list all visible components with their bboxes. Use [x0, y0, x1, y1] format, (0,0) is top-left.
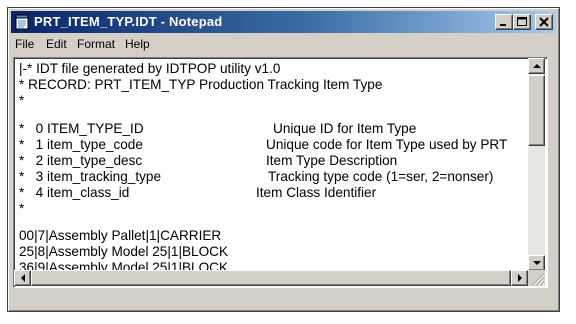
- vertical-scrollbar[interactable]: [528, 58, 545, 271]
- vertical-scroll-thumb[interactable]: [528, 75, 545, 146]
- menu-help[interactable]: Help: [125, 37, 150, 51]
- maximize-button[interactable]: [513, 14, 531, 30]
- window-title: PRT_ITEM_TYP.IDT - Notepad: [34, 14, 223, 29]
- field-desc: Unique ID for Item Type: [273, 121, 417, 136]
- record-line: 00|7|Assembly Pallet|1|CARRIER: [19, 228, 222, 243]
- menu-file[interactable]: File: [15, 37, 34, 51]
- field-desc: Unique code for Item Type used by PRT: [266, 137, 508, 152]
- arrow-up-icon: [532, 64, 541, 68]
- field-prefix: * 4 item_class_id: [19, 185, 130, 200]
- size-grip[interactable]: [528, 270, 545, 286]
- field-prefix: * 0 ITEM_TYPE_ID: [19, 121, 144, 136]
- minimize-icon: [500, 24, 506, 26]
- record-line: 25|8|Assembly Model 25|1|BLOCK: [19, 244, 229, 259]
- horizontal-scroll-thumb[interactable]: [31, 270, 511, 286]
- close-icon: [539, 17, 549, 27]
- text-editor[interactable]: |-* IDT file generated by IDTPOP utility…: [13, 57, 548, 288]
- arrow-right-icon: [517, 274, 522, 282]
- header-line: |-* IDT file generated by IDTPOP utility…: [19, 61, 281, 76]
- arrow-down-icon: [532, 261, 541, 265]
- resize-grip-icon: [532, 273, 545, 286]
- scroll-up-button[interactable]: [528, 58, 545, 74]
- scroll-left-button[interactable]: [14, 270, 31, 286]
- scroll-right-button[interactable]: [511, 270, 528, 286]
- notepad-window: PRT_ITEM_TYP.IDT - Notepad File Edit For…: [7, 7, 560, 312]
- horizontal-scrollbar[interactable]: [14, 270, 528, 286]
- field-prefix: * 1 item_type_code: [19, 137, 143, 152]
- close-button[interactable]: [535, 14, 553, 30]
- field-desc: Tracking type code (1=ser, 2=nonser): [268, 169, 494, 184]
- field-prefix: * 2 item_type_desc: [19, 153, 143, 168]
- separator-line: *: [19, 201, 25, 216]
- arrow-left-icon: [20, 274, 25, 282]
- notepad-icon[interactable]: [14, 14, 30, 30]
- scroll-down-button[interactable]: [528, 255, 545, 271]
- menu-format[interactable]: Format: [77, 37, 115, 51]
- header-line: * RECORD: PRT_ITEM_TYP Production Tracki…: [19, 77, 383, 92]
- header-line: *: [19, 93, 25, 108]
- title-bar[interactable]: PRT_ITEM_TYP.IDT - Notepad: [11, 11, 556, 33]
- minimize-button[interactable]: [495, 14, 513, 30]
- menu-edit[interactable]: Edit: [46, 37, 67, 51]
- field-desc: Item Class Identifier: [256, 185, 377, 200]
- maximize-icon: [517, 17, 527, 26]
- field-desc: Item Type Description: [266, 153, 398, 168]
- field-prefix: * 3 item_tracking_type: [19, 169, 162, 184]
- menu-bar: File Edit Format Help: [11, 35, 556, 55]
